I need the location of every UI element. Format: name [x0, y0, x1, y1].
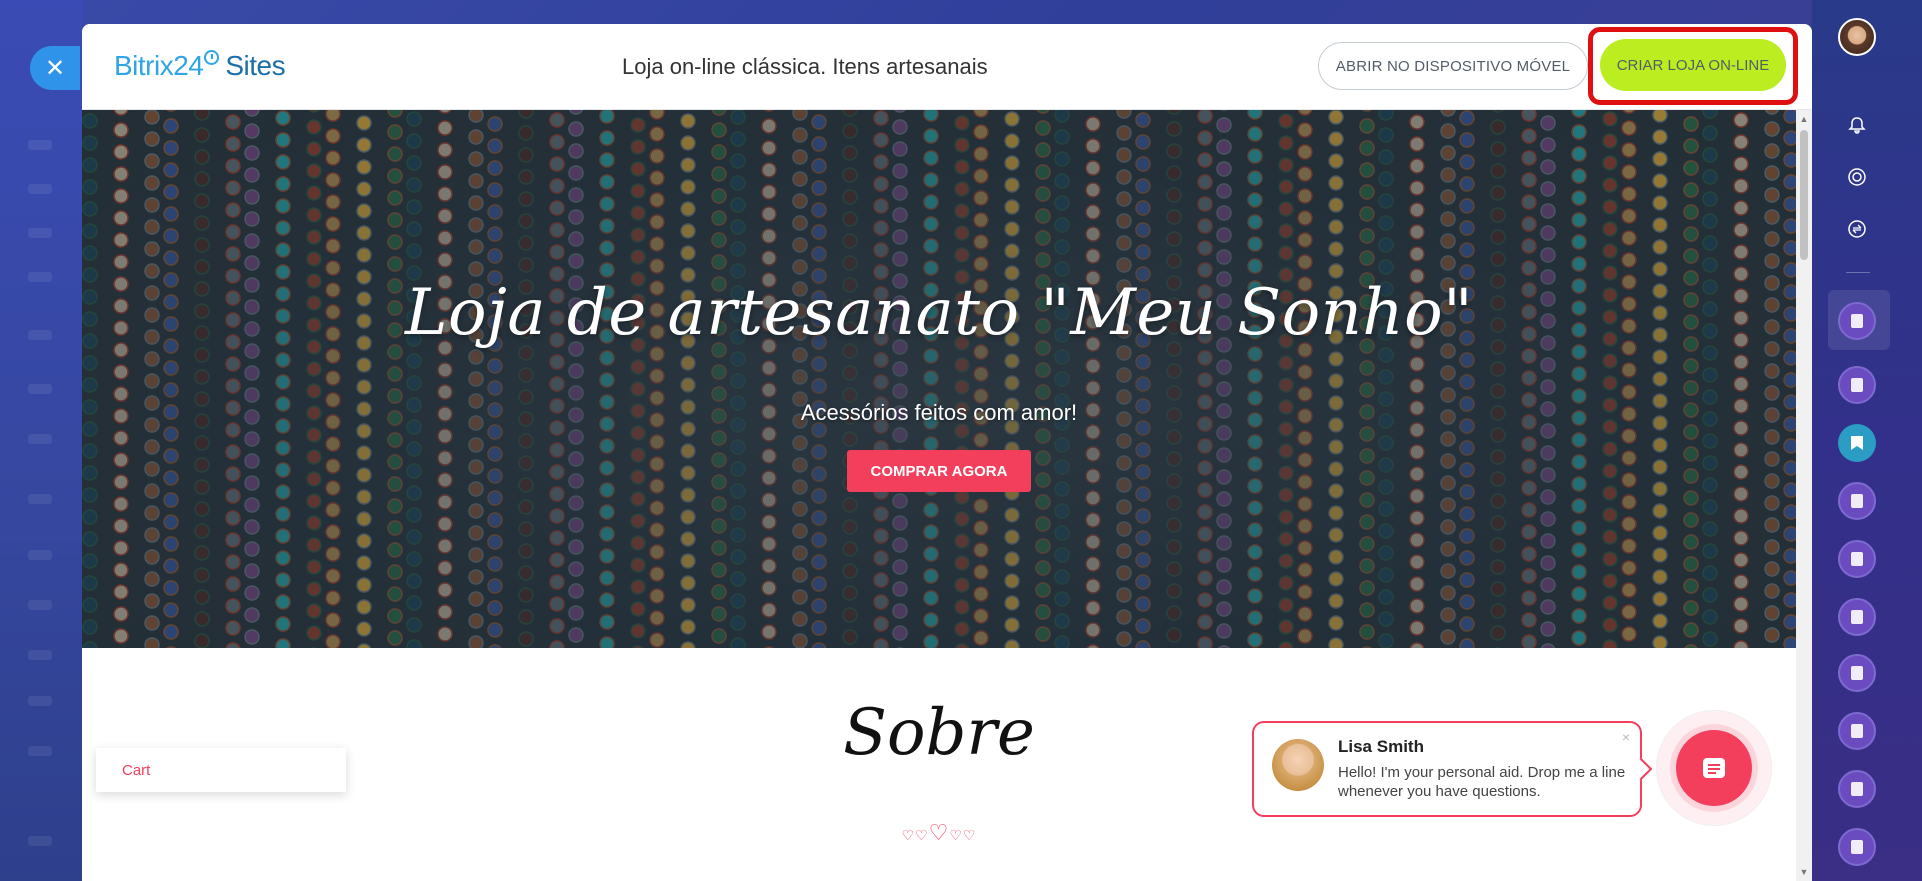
- ghost-menu-item: [28, 550, 52, 560]
- contact-icon[interactable]: [1838, 712, 1876, 750]
- close-icon: ✕: [44, 54, 66, 82]
- sidebar-separator: [1846, 272, 1870, 273]
- contact-icon[interactable]: [1838, 654, 1876, 692]
- hero-title: Loja de artesanato "Meu Sonho": [404, 276, 1474, 350]
- ghost-menu-item: [28, 650, 52, 660]
- ghost-menu-item: [28, 228, 52, 238]
- agent-name: Lisa Smith: [1338, 737, 1424, 756]
- ghost-menu-item: [28, 272, 52, 282]
- user-avatar[interactable]: [1838, 18, 1876, 56]
- create-store-button[interactable]: CRIAR LOJA ON-LINE: [1600, 39, 1786, 91]
- open-mobile-button[interactable]: ABRIR NO DISPOSITIVO MÓVEL: [1318, 42, 1588, 90]
- preview-header: Bitrix24 Sites Loja on-line clássica. Ite…: [82, 24, 1812, 110]
- ghost-menu-item: [28, 836, 52, 846]
- chat-message: Hello! I'm your personal aid. Drop me a …: [1338, 764, 1626, 800]
- logo-product: Sites: [225, 50, 286, 81]
- left-background-panel: [0, 0, 82, 881]
- sync-icon[interactable]: [1842, 214, 1872, 244]
- scroll-up-arrow-icon[interactable]: ▲: [1799, 114, 1809, 124]
- ghost-menu-item: [28, 494, 52, 504]
- ghost-menu-item: [28, 330, 52, 340]
- bitrix24-sites-logo: Bitrix24 Sites: [114, 50, 286, 82]
- agent-avatar: [1272, 739, 1324, 791]
- ghost-menu-item: [28, 384, 52, 394]
- preview-scrollbar[interactable]: ▲ ▼: [1796, 110, 1812, 881]
- ghost-menu-item: [28, 696, 52, 706]
- buy-now-button[interactable]: COMPRAR AGORA: [847, 450, 1031, 492]
- logo-brand: Bitrix24: [114, 50, 204, 81]
- chat-close-icon[interactable]: ×: [1622, 729, 1630, 745]
- hero-overlay: [82, 110, 1796, 648]
- contact-icon[interactable]: [1838, 482, 1876, 520]
- scroll-down-arrow-icon[interactable]: ▼: [1799, 867, 1809, 877]
- contact-icon[interactable]: [1838, 540, 1876, 578]
- right-sidebar: [1812, 0, 1922, 881]
- clock-icon: [204, 50, 220, 65]
- ghost-menu-item: [28, 140, 52, 150]
- cart-widget[interactable]: Cart: [96, 748, 346, 792]
- scroll-thumb[interactable]: [1800, 130, 1808, 260]
- contact-icon[interactable]: [1838, 828, 1876, 866]
- hero-subtitle: Acessórios feitos com amor!: [800, 400, 1078, 425]
- contact-icon[interactable]: [1838, 770, 1876, 808]
- chat-icon: [1703, 758, 1725, 778]
- open-chat-button[interactable]: [1676, 730, 1752, 806]
- hero-banner: Loja de artesanato "Meu Sonho" Acessório…: [82, 110, 1796, 648]
- page-title: Loja on-line clássica. Itens artesanais: [622, 54, 988, 79]
- contact-icon[interactable]: [1838, 366, 1876, 404]
- bell-icon[interactable]: [1842, 110, 1872, 140]
- site-preview-frame: Bitrix24 Sites Loja on-line clássica. Ite…: [82, 24, 1812, 881]
- chat-popup[interactable]: Lisa Smith Hello! I'm your personal aid.…: [1252, 721, 1642, 817]
- ghost-menu-item: [28, 600, 52, 610]
- ghost-menu-item: [28, 184, 52, 194]
- close-slider-button[interactable]: ✕: [30, 46, 80, 90]
- ghost-menu-item: [28, 434, 52, 444]
- cart-label: Cart: [122, 762, 151, 779]
- target-icon[interactable]: [1842, 162, 1872, 192]
- ghost-menu-item: [28, 746, 52, 756]
- contact-icon[interactable]: [1838, 598, 1876, 636]
- contact-icon[interactable]: [1838, 302, 1876, 340]
- hearts-divider-icon: ♡♡♡♡♡: [901, 820, 977, 845]
- bookmark-icon[interactable]: [1838, 424, 1876, 462]
